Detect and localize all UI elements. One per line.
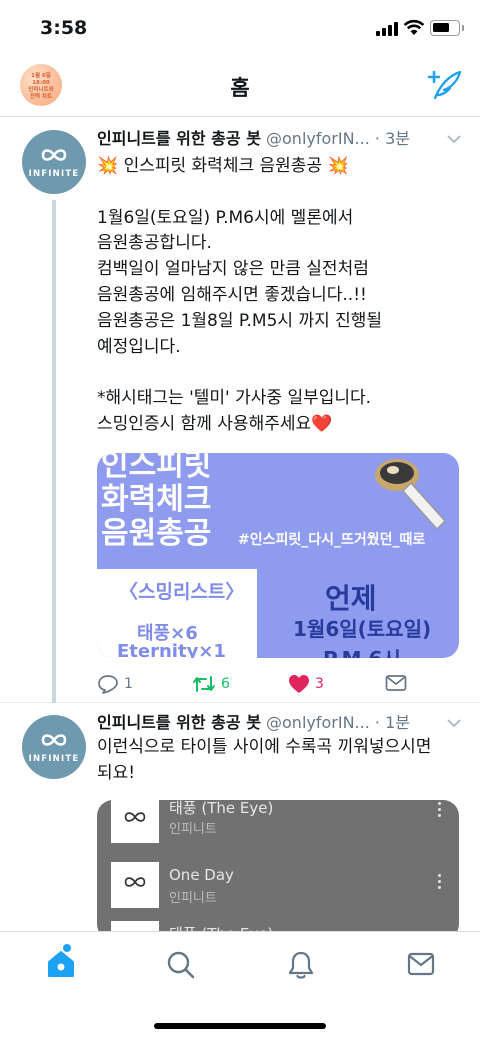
home-indicator (154, 1023, 326, 1029)
song-row: One Day 인피니트 (97, 862, 459, 914)
top-nav-bar: 1월 6일 18:00 인피니트와 전력 차트 홈 (0, 58, 480, 117)
username[interactable]: @onlyforIN... (266, 713, 370, 732)
infinity-logo-icon (41, 149, 67, 161)
infinity-logo-icon (124, 812, 146, 822)
page-title: 홈 (230, 76, 250, 100)
retweet-button[interactable]: 6 (192, 674, 230, 694)
image-title: 인스피릿 화력체크 음원총공 (101, 453, 212, 551)
compose-tweet-icon[interactable] (426, 68, 462, 102)
infinity-logo-icon (124, 877, 146, 887)
song-row: 태풍 (The Eye) 인피니트 (97, 800, 459, 846)
tweet-header: 인피니트를 위한 총공 봇 @onlyforIN... · 1분 (97, 712, 437, 734)
notifications-bell-icon[interactable] (287, 950, 315, 980)
home-icon[interactable] (46, 950, 76, 978)
like-button[interactable]: 3 (288, 674, 324, 694)
share-button[interactable] (385, 674, 407, 692)
more-options-icon (438, 874, 442, 892)
album-cover (111, 800, 159, 843)
timestamp: · 1분 (374, 713, 410, 732)
tweet[interactable]: INFINITE 인피니트를 위한 총공 봇 @onlyforIN... · 1… (0, 703, 480, 940)
status-bar: 3:58 (0, 0, 480, 58)
timestamp: · 3분 (374, 129, 410, 148)
tweet-header: 인피니트를 위한 총공 봇 @onlyforIN... · 3분 (97, 128, 437, 150)
chevron-down-icon[interactable] (446, 718, 462, 728)
album-cover (111, 862, 159, 908)
more-options-icon (438, 802, 442, 820)
username[interactable]: @onlyforIN... (266, 129, 370, 148)
display-name[interactable]: 인피니트를 위한 총공 봇 (97, 129, 261, 148)
messages-mail-icon[interactable] (407, 952, 435, 976)
wifi-icon (403, 19, 425, 35)
heart-filled-icon (289, 675, 309, 693)
avatar-label: INFINITE (28, 754, 80, 764)
infinity-logo-icon (41, 734, 67, 746)
search-icon[interactable] (166, 950, 196, 980)
playlist-image[interactable]: 태풍 (The Eye) 인피니트 One Day 인피니트 태풍 (The E… (97, 800, 459, 940)
battery-icon (430, 20, 460, 36)
display-name[interactable]: 인피니트를 위한 총공 봇 (97, 713, 261, 732)
signal-icon (376, 22, 398, 36)
tweet-text: 이런식으로 타이틀 사이에 수록곡 끼워넣으시면 되요! (97, 737, 432, 783)
avatar-label: INFINITE (28, 169, 80, 179)
tweet-avatar[interactable]: INFINITE (22, 130, 86, 194)
thread-line (52, 200, 56, 703)
mail-icon (385, 675, 407, 691)
lightstick-icon (375, 459, 447, 531)
tweet-actions: 1 6 3 (97, 674, 467, 698)
status-time: 3:58 (40, 17, 88, 39)
streaming-list-panel: 〈스밍리스트〉 태풍×6 Eternity×1 (97, 569, 257, 658)
bottom-tab-bar (0, 931, 480, 1039)
tweet-text: 💥 인스피릿 화력체크 음원총공 💥 1월6일(토요일) P.M6시에 멜론에서… (97, 156, 383, 434)
retweet-icon (193, 676, 215, 692)
tweet-image[interactable]: 인스피릿 화력체크 음원총공 #인스피릿_다시_뜨거웠던_때로 〈스밍리스트〉 … (97, 453, 459, 658)
reply-button[interactable]: 1 (97, 674, 133, 694)
tweet[interactable]: INFINITE 인피니트를 위한 총공 봇 @onlyforIN... · 3… (0, 117, 480, 703)
image-hashtag: #인스피릿_다시_뜨거웠던_때로 (238, 532, 426, 548)
notification-dot (63, 944, 71, 952)
chevron-down-icon[interactable] (446, 134, 462, 144)
reply-icon (98, 675, 118, 694)
tweet-avatar[interactable]: INFINITE (22, 715, 86, 779)
